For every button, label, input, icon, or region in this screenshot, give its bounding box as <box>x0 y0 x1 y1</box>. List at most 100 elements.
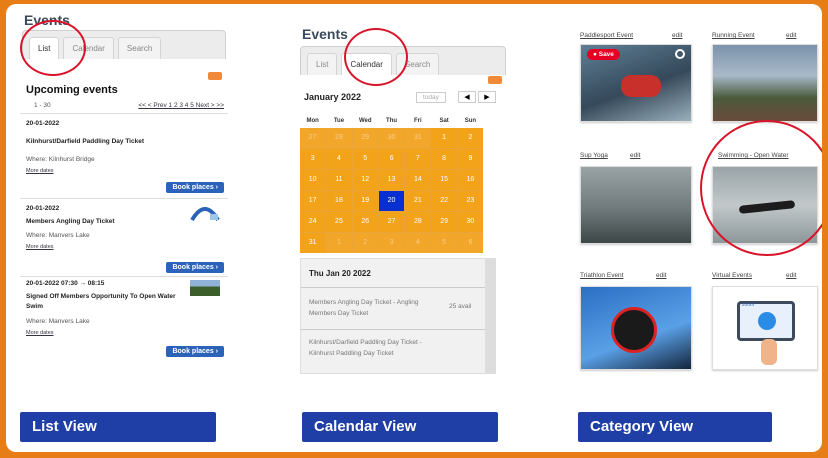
calendar-day[interactable]: 30 <box>457 212 484 232</box>
calendar-day[interactable]: 3 <box>378 233 405 253</box>
save-button[interactable]: ● Save <box>587 49 620 60</box>
triathlon-logo <box>611 307 657 353</box>
book-places-button[interactable]: Book places › <box>166 262 224 273</box>
category-link[interactable]: Triathlon Event <box>580 272 623 279</box>
promo-frame: Events List Calendar Search Upcoming eve… <box>6 4 822 452</box>
event-name[interactable]: Signed Off Members Opportunity To Open W… <box>26 292 186 312</box>
calendar-day[interactable]: 13 <box>378 170 405 190</box>
category-link[interactable]: Virtual Events <box>712 272 752 279</box>
calendar-day[interactable]: 25 <box>326 212 352 232</box>
calendar-day[interactable]: 30 <box>378 128 405 148</box>
scrollbar[interactable] <box>485 259 495 373</box>
calendar-day[interactable]: 24 <box>300 212 326 232</box>
calendar-day[interactable]: 27 <box>300 128 326 148</box>
calendar-day[interactable]: 26 <box>352 212 378 232</box>
more-dates-link[interactable]: More dates <box>26 168 54 174</box>
event-date: 20-01-2022 <box>26 120 60 127</box>
calendar-day[interactable]: 8 <box>431 149 457 169</box>
calendar-day[interactable]: 4 <box>405 233 431 253</box>
list-view-button[interactable]: List View <box>20 412 216 442</box>
zoom-label: zoom <box>742 302 755 308</box>
calendar-view-panel: Events List Calendar Search January 2022… <box>298 26 510 378</box>
category-link[interactable]: Sup Yoga <box>580 152 608 159</box>
calendar-day[interactable]: 10 <box>300 170 326 190</box>
category-link[interactable]: Running Event <box>712 32 755 39</box>
event-date: 20-01-2022 <box>26 205 60 212</box>
edit-link[interactable]: edit <box>786 272 796 279</box>
calendar-day[interactable]: 28 <box>405 212 431 232</box>
category-image[interactable] <box>712 44 818 122</box>
calendar-day[interactable]: 19 <box>352 191 378 211</box>
calendar-day[interactable]: 31 <box>300 233 326 253</box>
rss-badge[interactable] <box>208 72 222 80</box>
edit-link[interactable]: edit <box>656 272 666 279</box>
category-image[interactable]: zoom <box>712 286 818 370</box>
calendar-day[interactable]: 16 <box>457 170 484 190</box>
range-text: 1 - 30 <box>34 102 51 109</box>
calendar-day[interactable]: 1 <box>431 128 457 148</box>
events-title: Events <box>302 26 348 42</box>
calendar-day[interactable]: 11 <box>326 170 352 190</box>
calendar-day[interactable]: 7 <box>405 149 431 169</box>
calendar-day[interactable]: 27 <box>378 212 405 232</box>
highlight-circle <box>700 120 822 256</box>
calendar-day[interactable]: 15 <box>431 170 457 190</box>
tab-search[interactable]: Search <box>117 37 162 59</box>
book-places-button[interactable]: Book places › <box>166 346 224 357</box>
lens-icon[interactable] <box>675 49 685 59</box>
calendar-day[interactable]: 28 <box>326 128 352 148</box>
selected-date: Thu Jan 20 2022 <box>309 269 371 278</box>
category-view-button[interactable]: Category View <box>578 412 772 442</box>
day-event-item[interactable]: Kilnhurst/Darfield Paddling Day Ticket -… <box>309 337 429 359</box>
calendar-day[interactable]: 29 <box>431 212 457 232</box>
calendar-day[interactable]: 5 <box>352 149 378 169</box>
calendar-day[interactable]: 18 <box>326 191 352 211</box>
category-image[interactable] <box>580 286 692 370</box>
zoom-screen-icon: zoom <box>737 301 795 341</box>
calendar-grid: 27 28 29 30 31 1 2 3 4 5 6 7 8 9 10 11 12 13 14 15 16 17 18 19 2… <box>300 128 484 253</box>
category-image[interactable] <box>580 166 692 244</box>
calendar-day[interactable]: 14 <box>405 170 431 190</box>
today-button[interactable]: today <box>416 92 446 103</box>
rss-badge[interactable] <box>488 76 502 84</box>
edit-link[interactable]: edit <box>672 32 682 39</box>
calendar-day[interactable]: 6 <box>378 149 405 169</box>
calendar-day[interactable]: 2 <box>352 233 378 253</box>
event-name[interactable]: Kilnhurst/Darfield Paddling Day Ticket <box>26 138 144 145</box>
calendar-day[interactable]: 1 <box>326 233 352 253</box>
book-places-button[interactable]: Book places › <box>166 182 224 193</box>
kayak-shape <box>621 75 661 97</box>
calendar-day-selected[interactable]: 20 <box>378 191 405 211</box>
calendar-day[interactable]: 31 <box>405 128 431 148</box>
calendar-day[interactable]: 23 <box>457 191 484 211</box>
event-name[interactable]: Members Angling Day Ticket <box>26 218 115 225</box>
event-where: Where: Manvers Lake <box>26 232 90 239</box>
calendar-day[interactable]: 21 <box>405 191 431 211</box>
pager[interactable]: << < Prev 1 2 3 4 5 Next > >> <box>138 102 224 109</box>
category-image[interactable]: ● Save <box>580 44 692 122</box>
calendar-day[interactable]: 12 <box>352 170 378 190</box>
day-detail-box: Thu Jan 20 2022 Members Angling Day Tick… <box>300 258 496 374</box>
calendar-day[interactable]: 22 <box>431 191 457 211</box>
more-dates-link[interactable]: More dates <box>26 330 54 336</box>
calendar-view-button[interactable]: Calendar View <box>302 412 498 442</box>
more-dates-link[interactable]: More dates <box>26 244 54 250</box>
next-month-button[interactable]: ▶ <box>478 91 496 103</box>
calendar-day[interactable]: 4 <box>326 149 352 169</box>
calendar-day[interactable]: 29 <box>352 128 378 148</box>
edit-link[interactable]: edit <box>630 152 640 159</box>
calendar-day[interactable]: 5 <box>431 233 457 253</box>
book-label: Book places <box>172 264 214 271</box>
day-event-item[interactable]: Members Angling Day Ticket - Angling Mem… <box>309 297 429 319</box>
calendar-day[interactable]: 17 <box>300 191 326 211</box>
tab-list[interactable]: List <box>307 53 338 75</box>
calendar-day[interactable]: 9 <box>457 149 484 169</box>
category-view-panel: Paddlesport Event edit ● Save Running Ev… <box>576 26 822 306</box>
calendar-day[interactable]: 6 <box>457 233 484 253</box>
category-link[interactable]: Paddlesport Event <box>580 32 633 39</box>
edit-link[interactable]: edit <box>786 32 796 39</box>
calendar-day[interactable]: 2 <box>457 128 484 148</box>
calendar-day[interactable]: 3 <box>300 149 326 169</box>
prev-month-button[interactable]: ◀ <box>458 91 476 103</box>
weekday-header: Mon Tue Wed Thu Fri Sat Sun <box>300 118 483 124</box>
